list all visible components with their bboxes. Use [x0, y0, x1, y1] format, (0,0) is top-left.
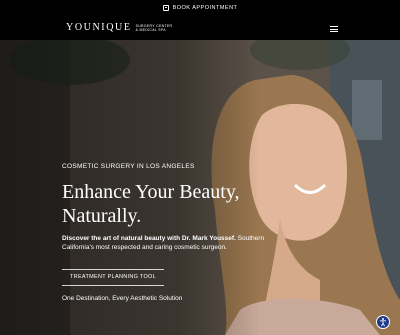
hero-description-bold: Discover the art of natural beauty with … [62, 235, 236, 242]
cta-bottom-rule [62, 285, 164, 286]
treatment-planning-tool-button[interactable]: TREATMENT PLANNING TOOL [62, 270, 164, 284]
hero-kicker: COSMETIC SURGERY IN LOS ANGELES [62, 163, 195, 170]
hero-section: COSMETIC SURGERY IN LOS ANGELES Enhance … [0, 40, 400, 335]
book-appointment-bar[interactable]: BOOK APPOINTMENT [0, 0, 400, 16]
accessibility-button[interactable] [376, 315, 390, 329]
site-header: YOUNIQUE SURGERY CENTER & MEDICAL SPA [0, 16, 400, 40]
hero-headline: Enhance Your Beauty, Naturally. [62, 180, 272, 228]
hero-tagline: One Destination, Every Aesthetic Solutio… [62, 295, 183, 302]
logo[interactable]: YOUNIQUE SURGERY CENTER & MEDICAL SPA [66, 22, 172, 33]
logo-subtitle: SURGERY CENTER & MEDICAL SPA [136, 24, 173, 32]
calendar-icon [162, 5, 169, 11]
accessibility-icon [380, 318, 386, 327]
hero-headline-line2: Naturally. [62, 205, 142, 227]
hero-description: Discover the art of natural beauty with … [62, 234, 292, 252]
hamburger-menu-icon[interactable] [330, 26, 338, 32]
logo-subtitle-line2: & MEDICAL SPA [135, 27, 166, 32]
book-appointment-link[interactable]: BOOK APPOINTMENT [173, 5, 238, 11]
hero-headline-line1: Enhance Your Beauty, [62, 181, 240, 203]
logo-wordmark: YOUNIQUE [66, 22, 132, 33]
